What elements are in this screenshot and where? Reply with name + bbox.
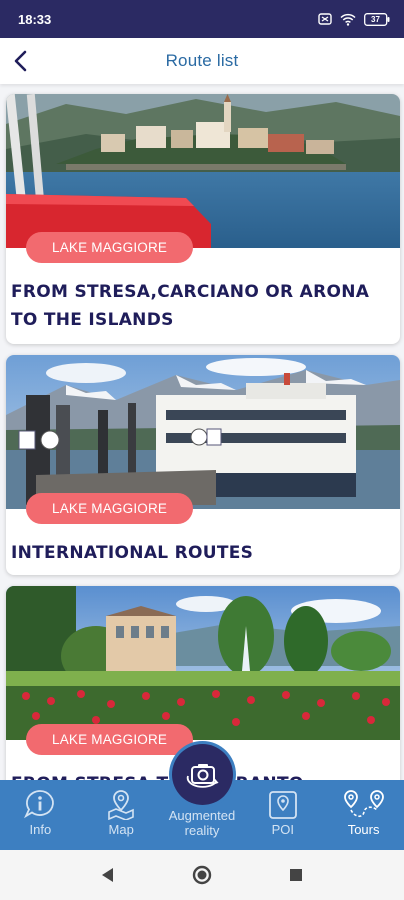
nav-item-poi[interactable]: POI (242, 780, 323, 850)
square-recents-icon (290, 869, 302, 881)
route-image-islands (6, 94, 400, 248)
status-bar: 18:33 37 (0, 0, 404, 38)
nav-label-info: Info (29, 822, 52, 837)
battery-level: 37 (371, 14, 380, 24)
system-home-button[interactable] (190, 863, 214, 887)
lake-badge: LAKE MAGGIORE (26, 493, 194, 524)
route-image-ferry (6, 355, 400, 509)
page-title: Route list (165, 51, 239, 70)
circle-home-icon (192, 865, 212, 885)
nav-label-map: Map (108, 822, 134, 837)
nav-item-info[interactable]: Info (0, 780, 81, 850)
wifi-icon (340, 13, 356, 26)
tours-icon (343, 790, 384, 818)
system-recents-button[interactable] (284, 863, 308, 887)
triangle-back-icon (102, 868, 113, 882)
route-image-villa-taranto (6, 586, 400, 740)
route-card[interactable]: LAKE MAGGIORE FROM STRESA,CARCIANO OR AR… (6, 94, 400, 344)
notification-muted-icon (318, 12, 332, 26)
battery-icon: 37 (364, 12, 390, 26)
system-back-button[interactable] (96, 863, 120, 887)
chevron-left-icon (14, 50, 27, 72)
route-card[interactable]: LAKE MAGGIORE INTERNATIONAL ROUTES (6, 355, 400, 575)
info-icon (24, 790, 55, 819)
lake-badge: LAKE MAGGIORE (26, 724, 194, 755)
status-icons: 37 (318, 12, 390, 26)
nav-item-tours[interactable]: Tours (323, 780, 404, 850)
system-nav-bar (0, 850, 404, 900)
status-time: 18:33 (18, 11, 52, 27)
route-list[interactable]: LAKE MAGGIORE FROM STRESA,CARCIANO OR AR… (0, 84, 404, 782)
nav-item-map[interactable]: Map (81, 780, 162, 850)
camera-rotate-icon (186, 763, 219, 788)
app-header: Route list (0, 38, 404, 84)
lake-badge: LAKE MAGGIORE (26, 232, 194, 263)
back-button[interactable] (6, 46, 36, 76)
nav-label-poi: POI (271, 822, 294, 837)
nav-label-augmented-reality: Augmented reality (168, 808, 236, 838)
augmented-reality-button[interactable] (172, 744, 233, 805)
nav-label-tours: Tours (347, 822, 380, 837)
poi-icon (268, 791, 297, 819)
map-pin-icon (108, 790, 134, 820)
